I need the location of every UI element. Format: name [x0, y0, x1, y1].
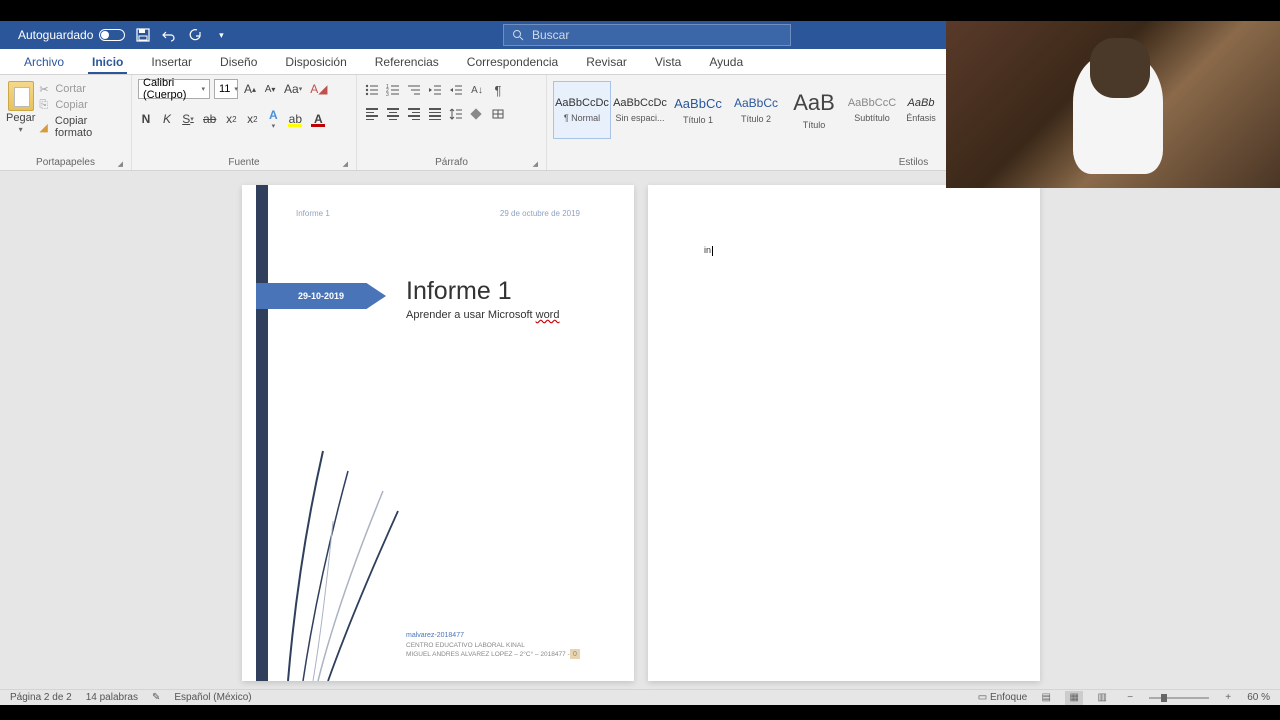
style-heading2[interactable]: AaBbCcTítulo 2	[727, 81, 785, 139]
page-header-left: Informe 1	[296, 209, 330, 218]
cover-wisp-graphic	[268, 441, 418, 681]
spellcheck-icon[interactable]: ✎	[152, 692, 160, 703]
tab-view[interactable]: Vista	[641, 49, 695, 74]
subscript-button[interactable]: x2	[223, 109, 239, 129]
status-words[interactable]: 14 palabras	[86, 692, 138, 703]
align-left-button[interactable]	[363, 105, 381, 123]
chevron-down-icon: ▾	[201, 85, 205, 93]
document-canvas[interactable]: Informe 1 29 de octubre de 2019 29-10-20…	[0, 171, 1280, 705]
statusbar: Página 2 de 2 14 palabras ✎ Español (Méx…	[0, 689, 1280, 705]
webcam-overlay	[946, 21, 1280, 188]
scissors-icon: ✂	[39, 83, 51, 95]
shrink-font-button[interactable]: A▾	[262, 79, 278, 99]
status-page[interactable]: Página 2 de 2	[10, 692, 72, 703]
undo-icon[interactable]	[161, 27, 177, 43]
zoom-out-button[interactable]: −	[1121, 691, 1139, 705]
cover-accent-bar	[256, 185, 268, 681]
text-effects-button[interactable]: A▾	[265, 109, 281, 129]
svg-text:3: 3	[386, 92, 389, 96]
strikethrough-button[interactable]: ab	[201, 109, 218, 129]
style-emphasis[interactable]: AaBbÉnfasis	[901, 81, 941, 139]
cover-date-arrow: 29-10-2019	[256, 283, 386, 309]
show-marks-button[interactable]: ¶	[489, 81, 507, 99]
page-2[interactable]: in	[648, 185, 1040, 681]
font-color-button[interactable]: A	[309, 109, 327, 129]
search-input[interactable]: Buscar	[503, 24, 791, 46]
autosave-label: Autoguardado	[18, 28, 93, 42]
status-language[interactable]: Español (México)	[174, 692, 251, 703]
numbering-button[interactable]: 123	[384, 81, 402, 99]
save-icon[interactable]	[135, 27, 151, 43]
decrease-indent-button[interactable]	[426, 81, 444, 99]
page-number-badge: 0	[570, 649, 580, 659]
group-font-label: Fuente	[138, 155, 350, 170]
tab-help[interactable]: Ayuda	[695, 49, 757, 74]
cover-subtitle[interactable]: Aprender a usar Microsoft word	[406, 309, 559, 321]
cover-title[interactable]: Informe 1	[406, 277, 512, 306]
tab-design[interactable]: Diseño	[206, 49, 271, 74]
grow-font-button[interactable]: A▴	[242, 79, 258, 99]
line-spacing-button[interactable]	[447, 105, 465, 123]
group-clipboard-label: Portapapeles	[6, 155, 125, 170]
increase-indent-button[interactable]	[447, 81, 465, 99]
paste-icon	[8, 81, 34, 111]
print-layout-icon[interactable]: ▦	[1065, 691, 1083, 705]
sort-button[interactable]: A↓	[468, 81, 486, 99]
font-size-select[interactable]: 11▾	[214, 79, 238, 99]
tab-mailings[interactable]: Correspondencia	[453, 49, 572, 74]
cover-footer: malvarez-2018477 CENTRO EDUCATIVO LABORA…	[406, 631, 579, 659]
shading-button[interactable]	[468, 105, 486, 123]
redo-icon[interactable]	[187, 27, 203, 43]
italic-button[interactable]: K	[159, 109, 175, 129]
zoom-in-button[interactable]: +	[1219, 691, 1237, 705]
focus-mode-button[interactable]: ▭ Enfoque	[978, 692, 1028, 703]
style-heading1[interactable]: AaBbCcTítulo 1	[669, 81, 727, 139]
page2-text-cursor[interactable]: in	[704, 245, 713, 256]
style-no-spacing[interactable]: AaBbCcDcSin espaci...	[611, 81, 669, 139]
brush-icon: ◢	[39, 121, 51, 133]
style-normal[interactable]: AaBbCcDc¶ Normal	[553, 81, 611, 139]
chevron-down-icon: ▾	[19, 125, 23, 134]
search-placeholder: Buscar	[532, 28, 569, 42]
align-right-button[interactable]	[405, 105, 423, 123]
tab-layout[interactable]: Disposición	[271, 49, 360, 74]
format-painter-button[interactable]: ◢Copiar formato	[39, 115, 125, 139]
tab-references[interactable]: Referencias	[361, 49, 453, 74]
tab-file[interactable]: Archivo	[10, 49, 78, 74]
superscript-button[interactable]: x2	[244, 109, 260, 129]
toggle-switch-icon	[99, 29, 125, 41]
autosave-toggle[interactable]: Autoguardado	[18, 28, 125, 42]
cut-button[interactable]: ✂Cortar	[39, 83, 125, 95]
copy-button[interactable]: ⎘Copiar	[39, 99, 125, 111]
zoom-slider[interactable]	[1149, 697, 1209, 699]
clear-formatting-button[interactable]: A◢	[308, 79, 329, 99]
justify-button[interactable]	[426, 105, 444, 123]
zoom-level[interactable]: 60 %	[1247, 692, 1270, 703]
group-paragraph-label: Párrafo	[363, 155, 540, 170]
read-mode-icon[interactable]: ▤	[1037, 691, 1055, 705]
search-icon	[512, 29, 524, 41]
copy-icon: ⎘	[39, 99, 51, 111]
tab-insert[interactable]: Insertar	[137, 49, 206, 74]
font-name-select[interactable]: Calibri (Cuerpo)▾	[138, 79, 210, 99]
bold-button[interactable]: N	[138, 109, 154, 129]
tab-home[interactable]: Inicio	[78, 49, 137, 74]
borders-button[interactable]	[489, 105, 507, 123]
qat-more-icon[interactable]: ▾	[213, 27, 229, 43]
align-center-button[interactable]	[384, 105, 402, 123]
bullets-button[interactable]	[363, 81, 381, 99]
paste-button[interactable]: Pegar ▾	[6, 79, 35, 134]
highlight-button[interactable]: ab	[286, 109, 304, 129]
web-layout-icon[interactable]: ▥	[1093, 691, 1111, 705]
multilevel-button[interactable]	[405, 81, 423, 99]
tab-review[interactable]: Revisar	[572, 49, 641, 74]
style-subtitle[interactable]: AaBbCcCSubtítulo	[843, 81, 901, 139]
page-header-right: 29 de octubre de 2019	[500, 209, 580, 218]
chevron-down-icon: ▾	[234, 85, 238, 93]
underline-button[interactable]: S▾	[180, 109, 196, 129]
style-title[interactable]: AaBTítulo	[785, 81, 843, 139]
change-case-button[interactable]: Aa▾	[282, 79, 304, 99]
page-1[interactable]: Informe 1 29 de octubre de 2019 29-10-20…	[242, 185, 634, 681]
